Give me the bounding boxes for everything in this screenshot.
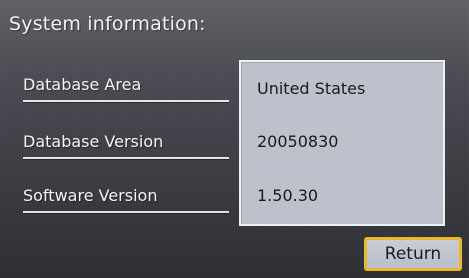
system-information-screen: System information: Database Area Databa… <box>0 0 469 278</box>
database-area-label: Database Area <box>23 75 142 94</box>
software-version-value: 1.50.30 <box>257 186 319 205</box>
divider <box>23 157 229 159</box>
database-version-label: Database Version <box>23 132 164 151</box>
database-area-value: United States <box>257 79 366 98</box>
return-button[interactable]: Return <box>364 237 462 271</box>
database-version-value: 20050830 <box>257 132 339 151</box>
divider <box>23 211 229 213</box>
divider <box>23 100 229 102</box>
page-title: System information: <box>9 13 206 35</box>
software-version-label: Software Version <box>23 186 158 205</box>
